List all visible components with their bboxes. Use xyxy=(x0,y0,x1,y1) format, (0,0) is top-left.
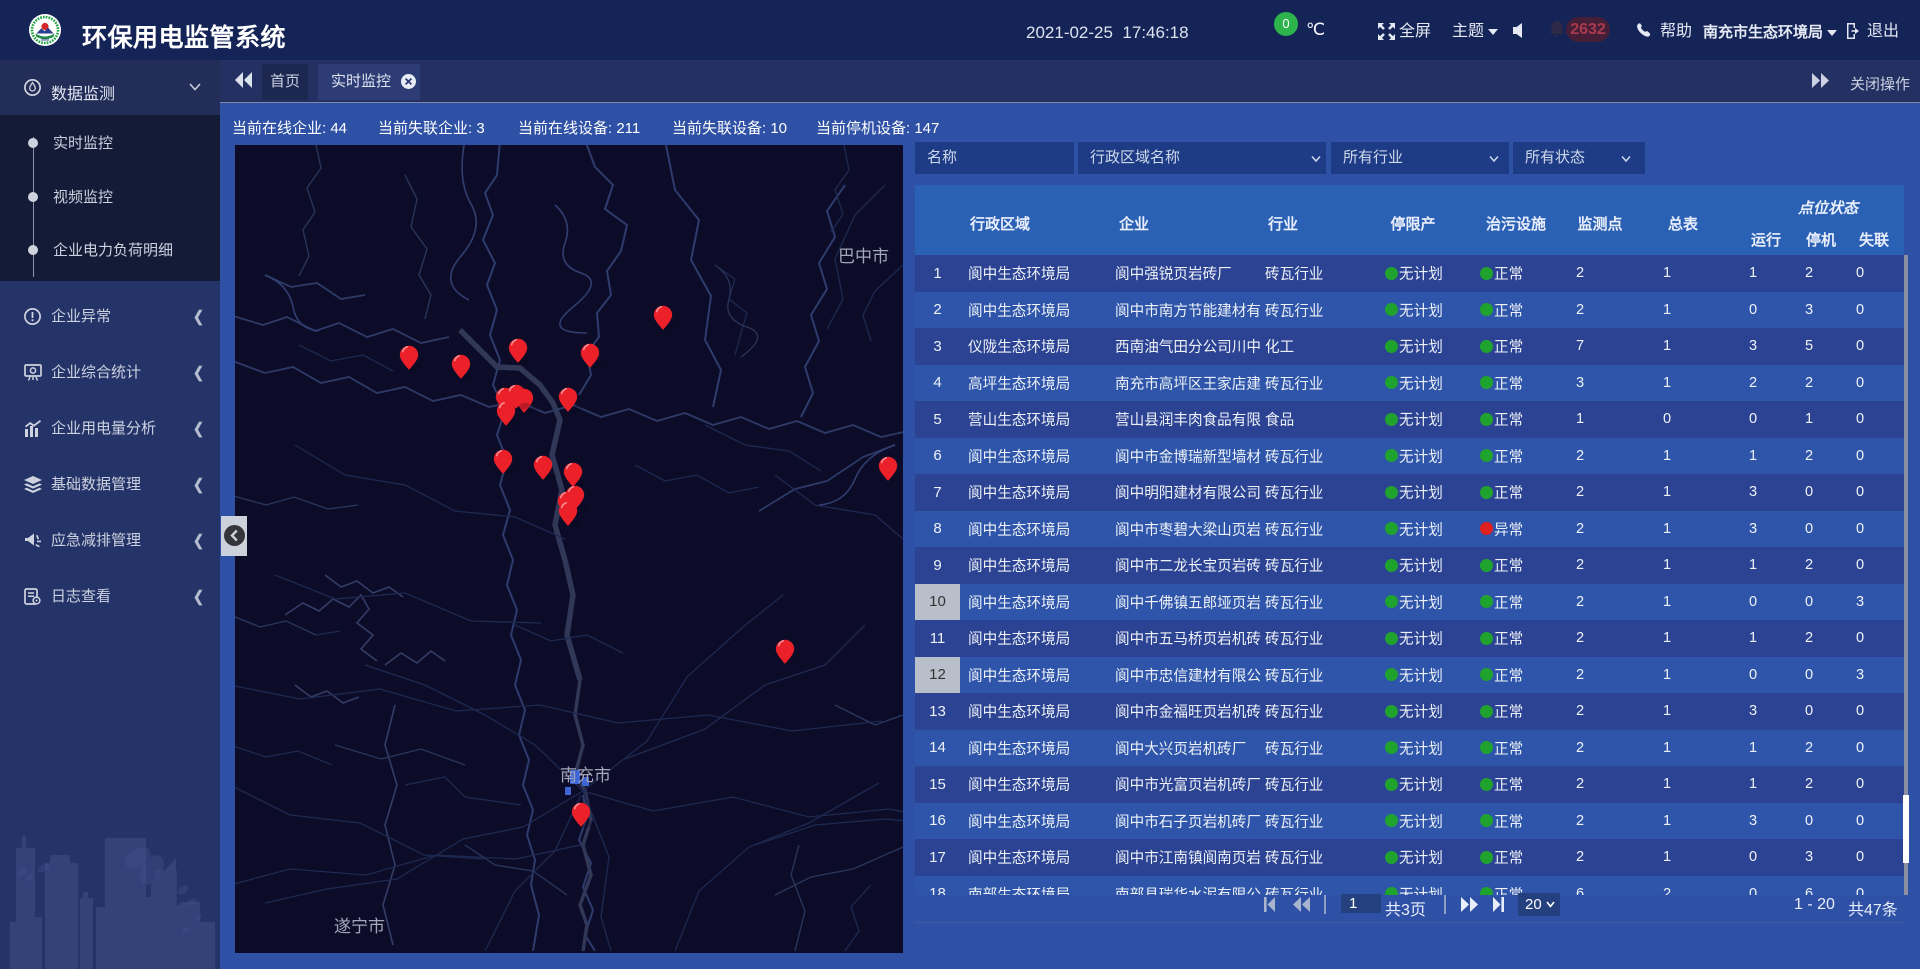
svg-text:南充市: 南充市 xyxy=(560,766,611,785)
svg-text:遂宁市: 遂宁市 xyxy=(334,917,385,936)
svg-text:巴中市: 巴中市 xyxy=(838,247,889,266)
